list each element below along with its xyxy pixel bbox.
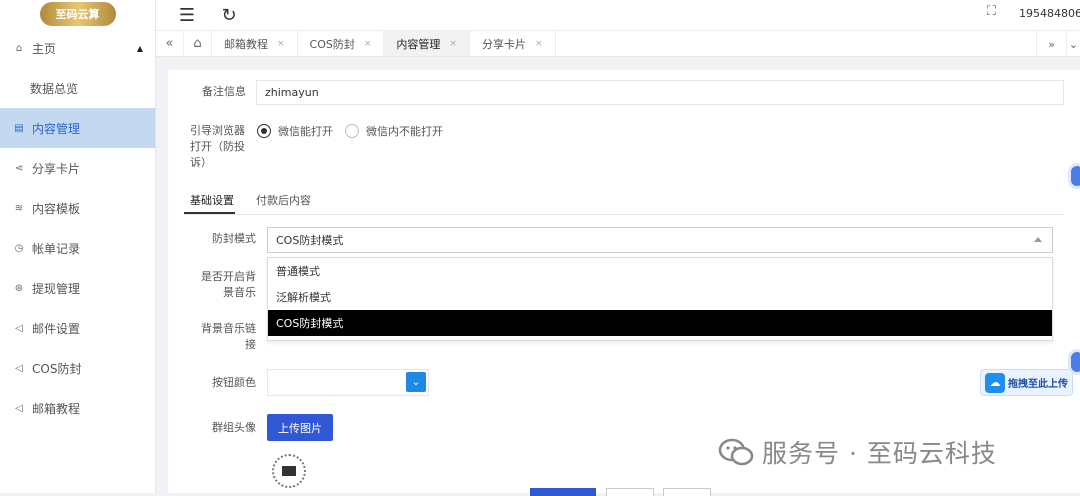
group-avatar-image: [272, 454, 306, 488]
sidebar-item-label: 主页: [32, 41, 57, 56]
sidebar-item-label: 邮件设置: [32, 321, 81, 336]
color-picker-button[interactable]: ⌄: [406, 372, 426, 392]
remark-label: 备注信息: [202, 85, 246, 98]
yen-icon: ⊛: [14, 282, 24, 294]
cloud-upload-icon: ☁: [985, 372, 1005, 393]
music-link-label: 背景音乐链接: [201, 322, 256, 351]
radio-label: 微信内不能打开: [366, 125, 443, 138]
tab-label: 内容管理: [396, 37, 441, 51]
sidebar-item-label: 邮箱教程: [32, 401, 81, 416]
radio-label: 微信能打开: [278, 125, 333, 138]
sidebar-item-label: COS防封: [32, 361, 82, 376]
button-color-label: 按钮颜色: [212, 376, 256, 389]
tab-scroll-left-icon[interactable]: «: [156, 31, 184, 56]
tab-home-icon[interactable]: ⌂: [184, 31, 212, 56]
tab-scroll-right-icon[interactable]: »: [1036, 31, 1066, 57]
tab-cos-protect[interactable]: COS防封 ×: [298, 31, 385, 56]
watermark: 服务号 · 至码云科技: [718, 434, 997, 470]
dropdown-option[interactable]: 泛解析模式: [268, 284, 1052, 310]
drag-upload-label: 拖拽至此上传: [1008, 379, 1068, 390]
clock-icon: ◷: [14, 242, 24, 254]
sidebar-item-mail-tutorial[interactable]: ◁ 邮箱教程: [0, 388, 155, 428]
remark-input[interactable]: zhimayun: [256, 80, 1064, 105]
sidebar-item-bill-records[interactable]: ◷ 帐单记录: [0, 228, 155, 268]
sidebar-item-mail-settings[interactable]: ◁ 邮件设置: [0, 308, 155, 348]
close-icon[interactable]: ×: [364, 39, 372, 49]
share-icon: ⋖: [14, 162, 24, 174]
mode-select[interactable]: COS防封模式: [267, 227, 1053, 253]
sidebar-item-label: 提现管理: [32, 281, 81, 296]
tab-label: 分享卡片: [481, 37, 526, 51]
avatar-thumbnail: [282, 466, 296, 476]
mode-label: 防封模式: [212, 232, 256, 245]
caret-up-icon: [1034, 237, 1042, 242]
send-icon: ◁: [15, 362, 23, 374]
sidebar-item-withdraw[interactable]: ⊛ 提现管理: [0, 268, 155, 308]
dropdown-option[interactable]: 普通模式: [268, 258, 1052, 284]
menu-collapse-icon[interactable]: ☰: [176, 5, 198, 26]
sidebar-item-share-card[interactable]: ⋖ 分享卡片: [0, 148, 155, 188]
tab-right-controls: » ⌄: [1036, 31, 1080, 57]
chevron-down-icon: ⌄: [411, 376, 421, 388]
sidebar: 至码云算 ⌂ 主页 ▲ 数据总览 ▤ 内容管理 ⋖ 分享卡片 ≋ 内容模板 ◷ …: [0, 0, 156, 493]
logo: 至码云算: [0, 0, 155, 28]
tab-bar: « ⌂ 邮箱教程 × COS防封 × 内容管理 × 分享卡片 × » ⌄: [156, 30, 1080, 57]
radio-checked-icon: [257, 124, 271, 138]
tab-share-card[interactable]: 分享卡片 ×: [470, 31, 556, 56]
upload-image-button[interactable]: 上传图片: [267, 414, 333, 441]
submit-button[interactable]: [530, 488, 596, 496]
music-label: 是否开启背景音乐: [201, 270, 256, 299]
browser-open-label: 引导浏览器打开（防投诉）: [190, 124, 245, 169]
tab-mail-tutorial[interactable]: 邮箱教程 ×: [212, 31, 298, 56]
tab-divider: [184, 214, 1064, 215]
document-icon: ▤: [14, 122, 24, 134]
sidebar-item-data-overview[interactable]: 数据总览: [0, 68, 155, 108]
mode-dropdown: 普通模式 泛解析模式 COS防封模式: [267, 257, 1053, 341]
sidebar-item-cos-protect[interactable]: ◁ COS防封: [0, 348, 155, 388]
caret-up-icon: ▲: [136, 43, 143, 53]
sidebar-item-content-template[interactable]: ≋ 内容模板: [0, 188, 155, 228]
dropdown-option-selected[interactable]: COS防封模式: [268, 310, 1052, 336]
sidebar-item-home[interactable]: ⌂ 主页 ▲: [0, 28, 155, 68]
watermark-text: 服务号 · 至码云科技: [762, 439, 997, 468]
close-icon[interactable]: ×: [449, 39, 457, 49]
sidebar-item-label: 帐单记录: [32, 241, 81, 256]
tab-paid-content[interactable]: 付款后内容: [256, 192, 311, 208]
drag-upload-widget[interactable]: ☁ 拖拽至此上传: [980, 369, 1073, 396]
button-color-input[interactable]: [267, 369, 429, 396]
radio-wechat-open[interactable]: 微信能打开: [257, 123, 333, 139]
wechat-icon: [718, 438, 754, 466]
tab-label: 邮箱教程: [224, 37, 268, 51]
sidebar-item-label: 数据总览: [30, 81, 79, 96]
close-icon[interactable]: ×: [535, 39, 543, 49]
select-value: COS防封模式: [276, 234, 344, 247]
send-icon: ◁: [15, 322, 23, 334]
reset-button[interactable]: [606, 488, 654, 496]
tab-basic-settings[interactable]: 基础设置: [190, 192, 234, 208]
logo-badge: 至码云算: [39, 2, 116, 26]
top-bar: ☰ ↻ ⛶ 195484806: [156, 0, 1080, 30]
radio-wechat-block[interactable]: 微信内不能打开: [345, 123, 443, 139]
send-icon: ◁: [15, 402, 23, 414]
sidebar-item-content-management[interactable]: ▤ 内容管理: [0, 108, 155, 148]
chevron-down-icon[interactable]: ⌄: [1066, 31, 1080, 57]
floating-handle-top[interactable]: [1068, 163, 1080, 189]
floating-handle-bottom[interactable]: [1068, 349, 1080, 375]
avatar-label: 群组头像: [212, 421, 256, 434]
radio-unchecked-icon: [345, 124, 359, 138]
user-id[interactable]: 195484806: [1019, 7, 1080, 20]
refresh-icon[interactable]: ↻: [218, 5, 240, 26]
sidebar-item-label: 内容模板: [32, 201, 81, 216]
sidebar-item-label: 分享卡片: [32, 161, 81, 176]
tab-label: COS防封: [309, 37, 355, 51]
close-icon[interactable]: ×: [277, 39, 285, 49]
layers-icon: ≋: [14, 202, 24, 214]
home-icon: ⌂: [15, 42, 23, 54]
tab-content-management[interactable]: 内容管理 ×: [384, 31, 470, 56]
sidebar-item-label: 内容管理: [32, 121, 81, 136]
cancel-button[interactable]: [663, 488, 711, 496]
fullscreen-icon[interactable]: ⛶: [987, 4, 996, 19]
